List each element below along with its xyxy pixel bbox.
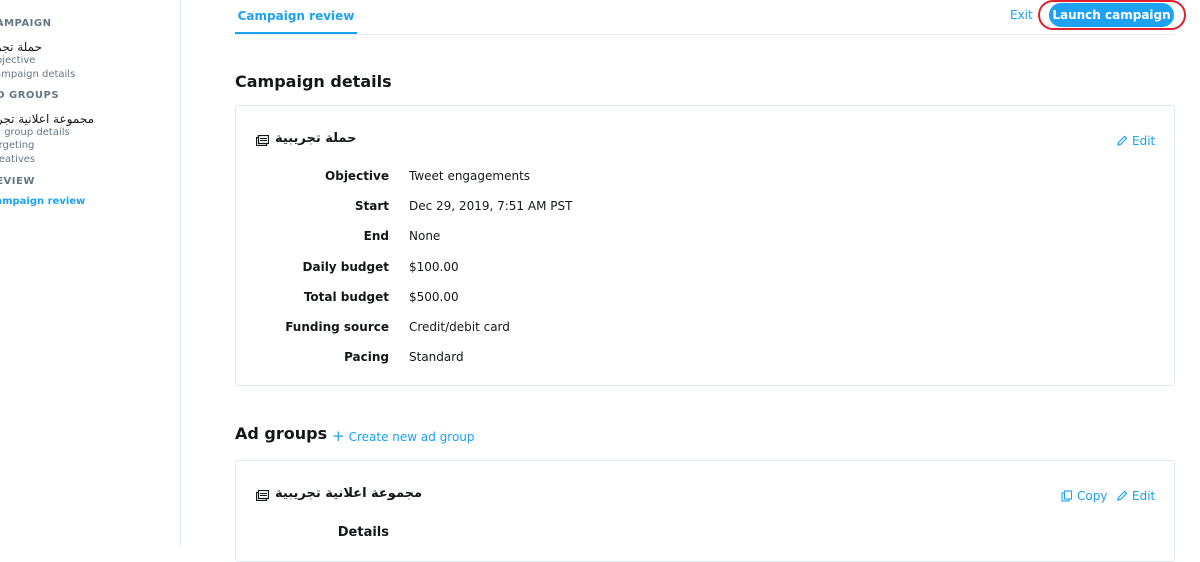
row-value-objective: Tweet engagements — [409, 169, 531, 183]
create-ad-group-label: Create new ad group — [348, 430, 475, 444]
campaign-details-heading: Campaign details — [235, 72, 392, 91]
sidebar: CAMPAIGN حملة تجريبية Objective Campaign… — [0, 0, 181, 546]
sidebar-item-creatives[interactable]: Creatives — [0, 154, 35, 165]
sidebar-heading-ad-groups: AD GROUPS — [0, 90, 60, 101]
ad-group-edit-link[interactable]: Edit — [1116, 489, 1155, 503]
pencil-icon — [1117, 135, 1128, 146]
campaign-details-card — [235, 105, 1175, 386]
sidebar-item-campaign-review[interactable]: Campaign review — [0, 196, 85, 207]
copy-icon — [1061, 490, 1073, 502]
row-value-end: None — [409, 229, 441, 243]
sidebar-heading-review: REVIEW — [0, 176, 35, 187]
sidebar-heading-campaign: CAMPAIGN — [0, 18, 52, 29]
sidebar-item-campaign-details[interactable]: Campaign details — [0, 69, 75, 80]
campaign-name: حملة تجريبية — [275, 131, 357, 146]
row-label-objective: Objective — [325, 169, 389, 183]
launch-campaign-button[interactable]: Launch campaign — [1049, 3, 1174, 27]
tab-campaign-review[interactable]: Campaign review — [235, 0, 357, 34]
campaign-edit-label: Edit — [1132, 134, 1156, 148]
campaign-icon — [256, 135, 269, 146]
ad-group-copy-label: Copy — [1077, 489, 1108, 503]
row-value-funding-source: Credit/debit card — [409, 320, 510, 334]
ad-group-edit-label: Edit — [1132, 489, 1156, 503]
create-ad-group-link[interactable]: + Create new ad group — [332, 427, 475, 445]
sidebar-item-targeting[interactable]: Targeting — [0, 140, 34, 151]
row-label-end: End — [363, 229, 389, 243]
row-value-pacing: Standard — [409, 350, 464, 364]
ad-group-card — [235, 460, 1175, 562]
row-value-start: Dec 29, 2019, 7:51 AM PST — [409, 199, 573, 213]
row-label-funding-source: Funding source — [285, 320, 389, 334]
ad-group-copy-link[interactable]: Copy — [1061, 489, 1107, 503]
row-label-total-budget: Total budget — [303, 290, 389, 304]
exit-link[interactable]: Exit — [1010, 8, 1033, 22]
row-value-total-budget: $500.00 — [409, 290, 459, 304]
sidebar-ad-group-name[interactable]: مجموعة اعلانية تجريبية — [0, 112, 94, 126]
row-label-daily-budget: Daily budget — [302, 260, 389, 274]
ad-groups-heading: Ad groups — [235, 424, 328, 443]
ad-group-icon — [256, 490, 269, 501]
ad-group-details-label: Details — [337, 525, 389, 540]
row-label-start: Start — [354, 199, 389, 213]
sidebar-item-objective[interactable]: Objective — [0, 55, 35, 66]
tab-bar: Campaign review — [235, 0, 1174, 35]
sidebar-item-ad-group-details[interactable]: Ad group details — [0, 127, 70, 138]
ad-group-name: مجموعة اعلانية تجريبية — [275, 486, 423, 501]
row-label-pacing: Pacing — [344, 350, 389, 364]
pencil-icon — [1117, 490, 1128, 501]
plus-icon: + — [332, 427, 345, 445]
sidebar-campaign-name[interactable]: حملة تجريبية — [0, 40, 42, 54]
row-value-daily-budget: $100.00 — [409, 260, 459, 274]
campaign-edit-link[interactable]: Edit — [1116, 134, 1155, 148]
